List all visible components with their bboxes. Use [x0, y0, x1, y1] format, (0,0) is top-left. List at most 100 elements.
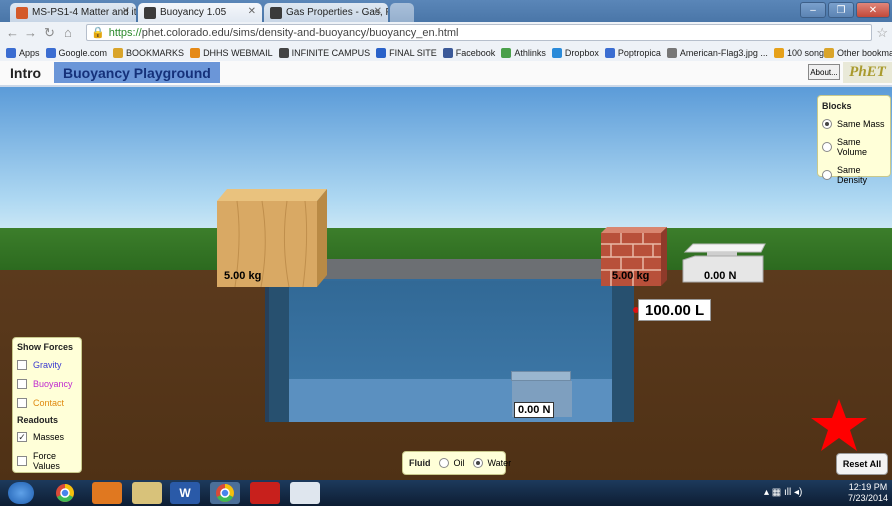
bookmark-item[interactable]: American-Flag3.jpg ...: [666, 47, 768, 58]
bookmark-label: 100 song: [786, 47, 824, 58]
bookmark-item[interactable]: Athlinks: [501, 47, 546, 58]
pool-volume-readout: 100.00 L: [638, 299, 712, 321]
checkbox-label: Contact: [33, 398, 65, 408]
checkbox-contact[interactable]: Contact: [17, 398, 77, 408]
pool-scale-readout: 0.00 N: [514, 402, 555, 418]
checkbox-label: Buoyancy: [33, 379, 73, 389]
bookmark-item[interactable]: DHHS WEBMAIL: [190, 47, 273, 58]
checkbox-icon[interactable]: [17, 360, 27, 370]
bookmark-label: INFINITE CAMPUS: [291, 47, 371, 58]
bookmark-item[interactable]: INFINITE CAMPUS: [278, 47, 371, 58]
url-scheme: https://: [108, 26, 142, 39]
checkbox-gravity[interactable]: Gravity: [17, 360, 77, 370]
tray-icons[interactable]: ▴ ▦ ıll ◂): [764, 487, 802, 498]
bookmark-icon: [6, 47, 16, 58]
radio-icon[interactable]: [438, 458, 449, 468]
fluid-panel-title: Fluid: [409, 458, 431, 468]
bookmark-icon: [666, 47, 677, 58]
new-tab-button[interactable]: [390, 3, 414, 22]
chrome-window-icon[interactable]: [210, 482, 240, 504]
sky: [0, 87, 892, 228]
checkbox-force-values[interactable]: Force Values: [17, 451, 77, 471]
fluid-panel: Fluid Oil Water: [402, 451, 511, 475]
checkbox-icon[interactable]: ✓: [17, 432, 27, 442]
radio-label: Same Density: [837, 165, 868, 185]
bookmark-icon: [773, 47, 784, 58]
phet-logo: PhET: [843, 62, 892, 83]
minimize-icon[interactable]: –: [800, 2, 826, 18]
bookmark-label: American-Flag3.jpg ...: [679, 47, 768, 58]
restore-icon[interactable]: ❐: [828, 2, 854, 18]
back-arrow-icon[interactable]: ←: [6, 25, 19, 40]
home-icon[interactable]: ⌂: [64, 25, 72, 40]
checkbox-icon[interactable]: [17, 398, 27, 408]
radio-label: Same Volume: [837, 137, 868, 157]
bookmark-icon: [501, 47, 512, 58]
acrobat-taskbar-icon[interactable]: [250, 482, 280, 504]
bookmark-label: Google.com: [58, 47, 108, 58]
bookmark-item[interactable]: Poptropica: [604, 47, 661, 58]
close-icon[interactable]: ✕: [248, 6, 256, 17]
bookmark-item[interactable]: BOOKMARKS: [113, 47, 184, 58]
outlook-taskbar-icon[interactable]: [92, 482, 122, 504]
about-button[interactable]: About...: [808, 64, 840, 80]
reset-all-button[interactable]: Reset All: [836, 453, 888, 475]
show-forces-panel: Show Forces Gravity Buoyancy Contact Rea…: [12, 337, 82, 473]
bookmark-label: Poptropica: [617, 47, 661, 58]
checkbox-label: Masses: [33, 432, 65, 442]
other-bookmarks[interactable]: Other bookmarks: [823, 47, 892, 58]
chrome-taskbar-icon[interactable]: [50, 482, 80, 504]
bookmark-item[interactable]: Google.com: [45, 47, 108, 58]
tab-intro[interactable]: Intro: [10, 65, 41, 81]
radio-label-water[interactable]: Water: [488, 458, 512, 468]
bookmark-item[interactable]: 100 song: [773, 47, 824, 58]
radio-same-mass[interactable]: Same Mass: [822, 119, 886, 129]
other-bookmarks-label: Other bookmarks: [836, 47, 892, 58]
browser-tab-gas[interactable]: Gas Properties - Gas, Press ✕: [264, 3, 388, 22]
star-icon: [811, 399, 867, 451]
page-favicon-icon: [16, 6, 28, 19]
checkbox-buoyancy[interactable]: Buoyancy: [17, 379, 77, 389]
radio-icon[interactable]: [822, 142, 832, 152]
start-button-icon[interactable]: [8, 482, 34, 504]
tab-label: Buoyancy 1.05: [160, 7, 227, 18]
bookmark-icon: [113, 47, 124, 58]
bookmark-item[interactable]: Facebook: [442, 47, 495, 58]
explorer-taskbar-icon[interactable]: [132, 482, 162, 504]
checkbox-icon[interactable]: [17, 456, 27, 466]
word-taskbar-icon[interactable]: W: [170, 482, 200, 504]
clock-date: 7/23/2014: [847, 493, 888, 503]
close-window-icon[interactable]: ✕: [856, 2, 890, 18]
radio-label-oil[interactable]: Oil: [454, 458, 465, 468]
bookmark-item[interactable]: FINAL SITE: [376, 47, 437, 58]
phet-favicon-icon: [144, 6, 156, 19]
browser-tab-matter[interactable]: MS-PS1-4 Matter and its I ✕: [10, 3, 136, 22]
radio-same-density[interactable]: Same Density: [822, 165, 886, 185]
browser-tab-buoyancy[interactable]: Buoyancy 1.05 ✕: [138, 3, 262, 22]
close-icon[interactable]: ✕: [374, 6, 382, 17]
radio-icon[interactable]: [822, 170, 832, 180]
close-icon[interactable]: ✕: [122, 6, 130, 17]
sim-scene: 0.00 N 5.00 kg 5.00 kg 0.00 N 100.00 L B…: [0, 87, 892, 480]
checkbox-masses[interactable]: ✓ Masses: [17, 432, 77, 442]
bookmark-icon: [442, 47, 453, 58]
radio-icon[interactable]: [472, 458, 483, 468]
bookmark-item[interactable]: Dropbox: [551, 47, 599, 58]
radio-icon[interactable]: [822, 119, 832, 129]
clock-time: 12:19 PM: [848, 482, 888, 492]
reload-icon[interactable]: ↻: [44, 25, 55, 41]
bookmark-item[interactable]: Apps: [6, 47, 40, 58]
address-bar[interactable]: 🔒 https:// phet.colorado.edu/sims/densit…: [86, 24, 872, 41]
os-taskbar: W ▴ ▦ ıll ◂) 12:19 PM 7/23/2014: [0, 480, 892, 506]
blocks-panel: Blocks Same Mass Same Volume Same Densit…: [817, 95, 891, 185]
show-forces-title: Show Forces: [17, 342, 74, 352]
blocks-panel-title: Blocks: [822, 101, 852, 111]
bookmark-label: FINAL SITE: [389, 47, 437, 58]
lock-icon: 🔒: [91, 27, 105, 39]
radio-same-volume[interactable]: Same Volume: [822, 137, 886, 157]
bookmark-star-icon[interactable]: ☆: [876, 25, 888, 41]
checkbox-icon[interactable]: [17, 379, 27, 389]
tab-buoyancy-playground[interactable]: Buoyancy Playground: [54, 62, 220, 83]
java-taskbar-icon[interactable]: [290, 482, 320, 504]
forward-arrow-icon[interactable]: →: [24, 25, 37, 40]
